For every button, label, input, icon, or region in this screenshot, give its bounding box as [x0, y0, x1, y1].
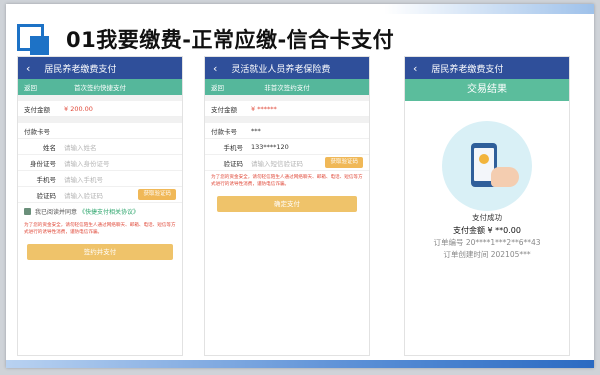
confirm-pay-button[interactable]: 确定支付 [217, 196, 357, 212]
amount-row: 支付金额 ¥ 200.00 [18, 101, 182, 117]
phone-input[interactable]: 请输入手机号 [64, 174, 103, 184]
slide: 01我要缴费-正常应缴-信合卡支付 ‹ 居民养老缴费支付 返回 首次签约快捷支付… [6, 4, 594, 368]
app-topbar: ‹ 居民养老缴费支付 [18, 57, 182, 79]
paid-amount: 支付金额 ¥ **0.00 [453, 226, 521, 235]
code-label: 验证码 [223, 159, 244, 168]
order-time: 订单创建时间 202105*** [443, 250, 531, 259]
code-field[interactable]: 验证码 请输入验证码 获取验证码 [18, 187, 182, 203]
logo-icon [17, 24, 55, 58]
app-topbar: ‹ 居民养老缴费支付 [405, 57, 569, 79]
back-arrow-icon[interactable]: ‹ [213, 63, 217, 74]
success-text: 支付成功 [472, 213, 502, 222]
decorative-footer-bar [6, 360, 594, 368]
app-topbar: ‹ 灵活就业人员养老保险费 [205, 57, 369, 79]
code-input[interactable]: 请输入验证码 [64, 190, 103, 200]
name-input[interactable]: 请输入姓名 [64, 142, 97, 152]
agreement-link[interactable]: 《快捷支付相关协议》 [79, 207, 139, 216]
coin-icon [479, 154, 489, 164]
amount-value: ¥ 200.00 [64, 104, 93, 113]
hand-icon [491, 167, 519, 187]
card-label: 付款卡号 [211, 127, 237, 136]
agreement-row[interactable]: 我已阅读并同意 《快捷支付相关协议》 [18, 203, 182, 219]
phone-value: 133****120 [251, 142, 289, 151]
back-arrow-icon[interactable]: ‹ [26, 63, 30, 74]
result-header: 交易结果 [405, 79, 569, 101]
sub-header-title: 非首次签约支付 [264, 84, 310, 92]
topbar-title: 灵活就业人员养老保险费 [231, 64, 331, 75]
phone-row: 手机号 133****120 [205, 139, 369, 155]
id-field[interactable]: 身份证号 请输入身份证号 [18, 155, 182, 171]
phone-screen-result: ‹ 居民养老缴费支付 交易结果 支付成功 支付金额 ¥ **0.00 订单编号 … [404, 56, 570, 356]
amount-label: 支付金额 [24, 105, 50, 114]
sign-and-pay-button[interactable]: 签约并支付 [27, 244, 173, 260]
sub-header: 返回 非首次签约支付 [205, 79, 369, 95]
amount-value: ¥ ****** [251, 104, 277, 113]
return-link[interactable]: 返回 [211, 82, 224, 92]
security-warning: 为了您的资金安全，请勿轻信陌生人通过网络聊天、邮箱、电话、短信等方式进行的诱导性… [24, 223, 176, 235]
topbar-title: 居民养老缴费支付 [44, 64, 117, 75]
security-warning: 为了您的资金安全，请勿轻信陌生人通过网络聊天、邮箱、电话、短信等方式进行的诱导性… [211, 175, 363, 187]
decorative-header-bar [384, 4, 594, 14]
card-row[interactable]: 付款卡号 *** [205, 123, 369, 139]
payment-success-illustration [405, 101, 569, 211]
id-input[interactable]: 请输入身份证号 [64, 158, 110, 168]
phone-label: 手机号 [223, 143, 244, 152]
return-link[interactable]: 返回 [24, 82, 37, 92]
card-label: 付款卡号 [24, 127, 50, 136]
id-label: 身份证号 [30, 159, 56, 168]
topbar-title: 居民养老缴费支付 [431, 64, 504, 75]
phone-field[interactable]: 手机号 请输入手机号 [18, 171, 182, 187]
slide-title: 01我要缴费-正常应缴-信合卡支付 [66, 28, 395, 52]
card-value: *** [251, 126, 261, 135]
back-arrow-icon[interactable]: ‹ [413, 63, 417, 74]
amount-row: 支付金额 ¥ ****** [205, 101, 369, 117]
phone-screen-repeat-sign: ‹ 灵活就业人员养老保险费 返回 非首次签约支付 支付金额 ¥ ****** 付… [204, 56, 370, 356]
order-number: 订单编号 20****1***2**6**43 [433, 238, 541, 247]
name-label: 姓名 [43, 143, 56, 152]
phone-label: 手机号 [36, 175, 57, 184]
checkbox-icon[interactable] [24, 207, 31, 215]
code-input[interactable]: 请输入短信验证码 [251, 158, 303, 168]
name-field[interactable]: 姓名 请输入姓名 [18, 139, 182, 155]
card-row[interactable]: 付款卡号 [18, 123, 182, 139]
agree-text: 我已阅读并同意 [35, 208, 78, 216]
code-field[interactable]: 验证码 请输入短信验证码 获取验证码 [205, 155, 369, 171]
phone-screen-first-sign: ‹ 居民养老缴费支付 返回 首次签约快捷支付 支付金额 ¥ 200.00 付款卡… [17, 56, 183, 356]
get-code-button[interactable]: 获取验证码 [325, 157, 363, 168]
sub-header: 返回 首次签约快捷支付 [18, 79, 182, 95]
get-code-button[interactable]: 获取验证码 [138, 189, 176, 200]
sub-header-title: 首次签约快捷支付 [74, 84, 126, 92]
amount-label: 支付金额 [211, 105, 237, 114]
code-label: 验证码 [36, 191, 57, 200]
